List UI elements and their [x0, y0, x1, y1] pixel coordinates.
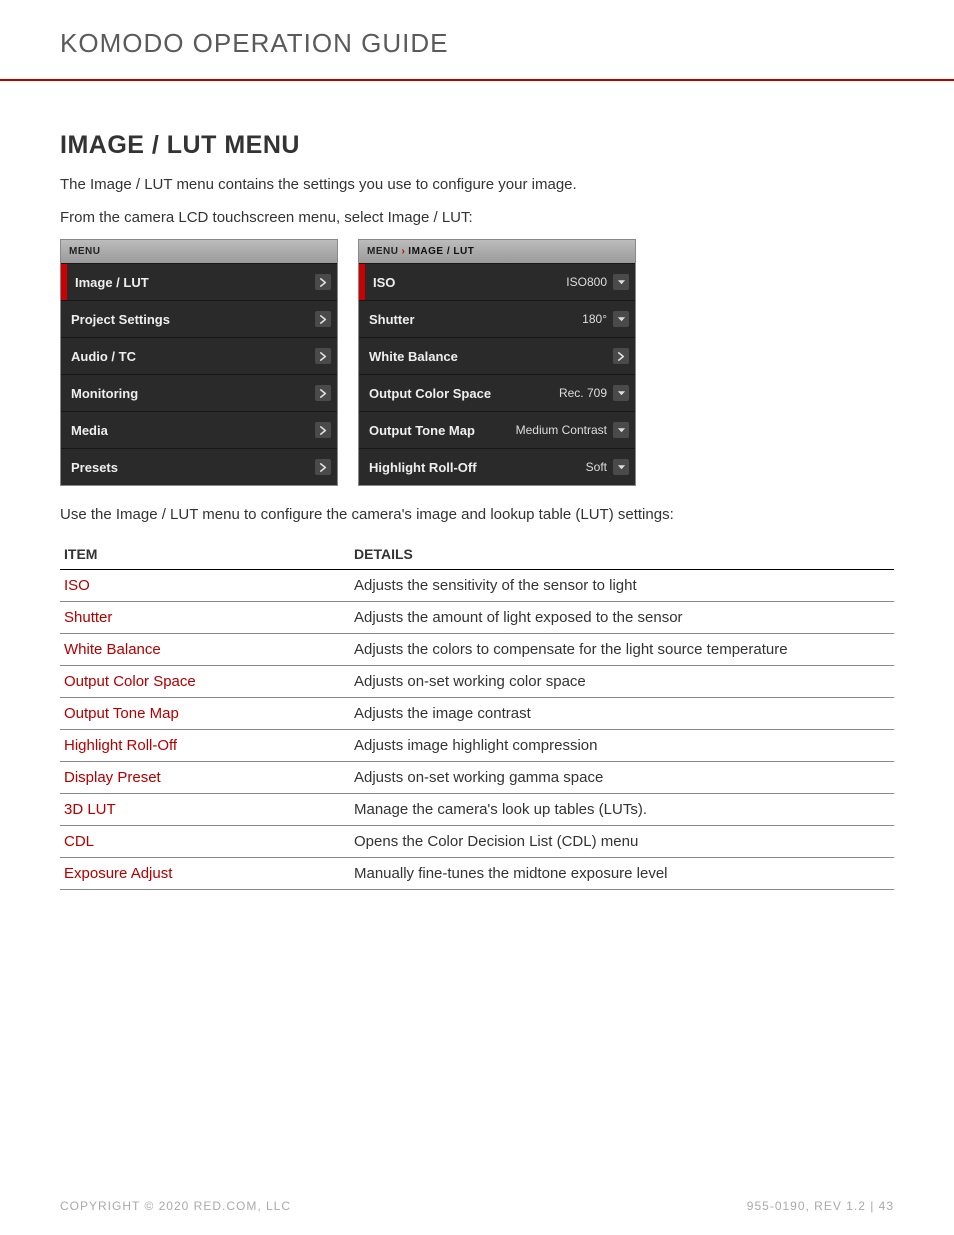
menu-right-item[interactable]: Output Color Space Rec. 709 — [359, 374, 635, 411]
menu-item-label: Audio / TC — [71, 349, 136, 364]
table-details-cell: Adjusts the image contrast — [350, 697, 894, 729]
menu-right-item[interactable]: Highlight Roll-Off Soft — [359, 448, 635, 485]
table-item-link[interactable]: Highlight Roll-Off — [60, 729, 350, 761]
breadcrumb-root: MENU — [367, 246, 398, 257]
table-details-cell: Adjusts image highlight compression — [350, 729, 894, 761]
dropdown-icon — [613, 385, 629, 401]
table-header-item: ITEM — [60, 539, 350, 570]
menu-item-value-group: ISO800 — [566, 274, 629, 290]
menu-item-label: Output Color Space — [369, 386, 491, 401]
table-item-link[interactable]: Display Preset — [60, 761, 350, 793]
menu-item-value: 180° — [582, 312, 607, 326]
menu-item-value: Rec. 709 — [559, 386, 607, 400]
dropdown-icon — [613, 311, 629, 327]
menu-item-label: Media — [71, 423, 108, 438]
menu-left-header: MENU — [61, 240, 337, 263]
table-item-link[interactable]: Output Tone Map — [60, 697, 350, 729]
menu-item-label: Highlight Roll-Off — [369, 460, 477, 475]
chevron-right-icon — [315, 422, 331, 438]
menu-item-value-group — [613, 348, 629, 364]
intro-paragraph-2: From the camera LCD touchscreen menu, se… — [60, 207, 894, 230]
menu-left-item[interactable]: Presets — [61, 448, 337, 485]
table-row: CDLOpens the Color Decision List (CDL) m… — [60, 825, 894, 857]
table-row: Output Tone MapAdjusts the image contras… — [60, 697, 894, 729]
menu-left-item[interactable]: Audio / TC — [61, 337, 337, 374]
table-details-cell: Adjusts the colors to compensate for the… — [350, 633, 894, 665]
header-rule — [0, 79, 954, 81]
menu-item-value: Medium Contrast — [516, 423, 607, 437]
table-details-cell: Adjusts on-set working color space — [350, 665, 894, 697]
table-row: Output Color SpaceAdjusts on-set working… — [60, 665, 894, 697]
menu-item-label: White Balance — [369, 349, 458, 364]
menu-panel-right: MENU›IMAGE / LUT ISO ISO800 Shutter 180° Whi… — [358, 239, 636, 486]
table-row: ShutterAdjusts the amount of light expos… — [60, 601, 894, 633]
menu-right-item[interactable]: White Balance — [359, 337, 635, 374]
menu-item-value-group: Soft — [586, 459, 629, 475]
menu-item-label: Presets — [71, 460, 118, 475]
chevron-right-icon — [315, 311, 331, 327]
settings-table: ITEM DETAILS ISOAdjusts the sensitivity … — [60, 539, 894, 890]
menu-item-label: Image / LUT — [75, 275, 149, 290]
menu-item-value: Soft — [586, 460, 607, 474]
table-row: White BalanceAdjusts the colors to compe… — [60, 633, 894, 665]
table-header-details: DETAILS — [350, 539, 894, 570]
table-item-link[interactable]: Shutter — [60, 601, 350, 633]
table-row: 3D LUTManage the camera's look up tables… — [60, 793, 894, 825]
menu-item-label: Monitoring — [71, 386, 138, 401]
menu-left-item[interactable]: Image / LUT — [61, 263, 337, 300]
table-row: ISOAdjusts the sensitivity of the sensor… — [60, 569, 894, 601]
table-item-link[interactable]: CDL — [60, 825, 350, 857]
menu-left-item[interactable]: Project Settings — [61, 300, 337, 337]
intro-paragraph-1: The Image / LUT menu contains the settin… — [60, 174, 894, 197]
menu-item-label: Shutter — [369, 312, 415, 327]
document-header: KOMODO OPERATION GUIDE — [60, 28, 894, 59]
menu-item-label: Project Settings — [71, 312, 170, 327]
dropdown-icon — [613, 274, 629, 290]
breadcrumb-separator-icon: › — [398, 246, 408, 257]
table-item-link[interactable]: Exposure Adjust — [60, 857, 350, 889]
menu-item-label: Output Tone Map — [369, 423, 475, 438]
table-details-cell: Manage the camera's look up tables (LUTs… — [350, 793, 894, 825]
footer-copyright: COPYRIGHT © 2020 RED.COM, LLC — [60, 1199, 291, 1213]
menu-panel-left: MENU Image / LUT Project Settings Audio / … — [60, 239, 338, 486]
menu-right-item[interactable]: Shutter 180° — [359, 300, 635, 337]
chevron-right-icon — [315, 348, 331, 364]
menu-right-breadcrumb: MENU›IMAGE / LUT — [359, 240, 635, 263]
breadcrumb-leaf: IMAGE / LUT — [408, 246, 474, 257]
table-details-cell: Manually fine-tunes the midtone exposure… — [350, 857, 894, 889]
table-item-link[interactable]: ISO — [60, 569, 350, 601]
page-footer: COPYRIGHT © 2020 RED.COM, LLC 955-0190, … — [60, 1199, 894, 1213]
table-row: Display PresetAdjusts on-set working gam… — [60, 761, 894, 793]
dropdown-icon — [613, 459, 629, 475]
menu-right-item[interactable]: ISO ISO800 — [359, 263, 635, 300]
after-menus-paragraph: Use the Image / LUT menu to configure th… — [60, 504, 894, 527]
table-row: Highlight Roll-OffAdjusts image highligh… — [60, 729, 894, 761]
section-title: IMAGE / LUT MENU — [60, 131, 894, 160]
menu-left-item[interactable]: Monitoring — [61, 374, 337, 411]
footer-pageinfo: 955-0190, REV 1.2 | 43 — [747, 1199, 894, 1213]
menu-item-value-group: Medium Contrast — [516, 422, 629, 438]
menu-left-item[interactable]: Media — [61, 411, 337, 448]
table-details-cell: Adjusts on-set working gamma space — [350, 761, 894, 793]
menu-item-value-group: 180° — [582, 311, 629, 327]
menu-right-item[interactable]: Output Tone Map Medium Contrast — [359, 411, 635, 448]
menu-item-value: ISO800 — [566, 275, 607, 289]
table-details-cell: Opens the Color Decision List (CDL) menu — [350, 825, 894, 857]
chevron-right-icon — [315, 459, 331, 475]
table-row: Exposure AdjustManually fine-tunes the m… — [60, 857, 894, 889]
table-item-link[interactable]: Output Color Space — [60, 665, 350, 697]
dropdown-icon — [613, 422, 629, 438]
menu-item-value-group: Rec. 709 — [559, 385, 629, 401]
chevron-right-icon — [315, 385, 331, 401]
table-item-link[interactable]: 3D LUT — [60, 793, 350, 825]
menu-item-label: ISO — [373, 275, 395, 290]
table-details-cell: Adjusts the amount of light exposed to t… — [350, 601, 894, 633]
table-item-link[interactable]: White Balance — [60, 633, 350, 665]
table-details-cell: Adjusts the sensitivity of the sensor to… — [350, 569, 894, 601]
chevron-right-icon — [613, 348, 629, 364]
chevron-right-icon — [315, 274, 331, 290]
